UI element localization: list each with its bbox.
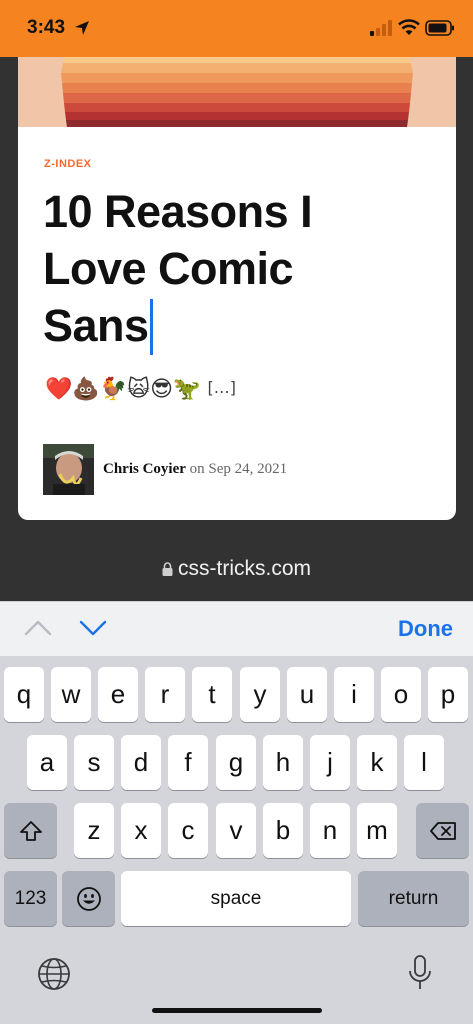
location-arrow-icon (75, 21, 89, 35)
status-bar: 3:43 (0, 0, 473, 57)
globe-icon[interactable] (37, 957, 71, 991)
key-b[interactable]: b (263, 803, 303, 858)
key-d[interactable]: d (121, 735, 161, 790)
backspace-icon (429, 821, 456, 840)
key-j[interactable]: j (310, 735, 350, 790)
done-button[interactable]: Done (398, 616, 453, 642)
url-text: css-tricks.com (178, 557, 311, 580)
key-i[interactable]: i (334, 667, 374, 722)
status-time: 3:43 (27, 17, 66, 38)
key-r[interactable]: r (145, 667, 185, 722)
emoji-key[interactable] (62, 871, 115, 926)
web-content: Z-INDEX 10 Reasons I Love Comic Sans ❤️💩… (0, 57, 473, 601)
space-bar[interactable]: space (121, 871, 351, 926)
return-key[interactable]: return (358, 871, 469, 926)
publish-date: on Sep 24, 2021 (185, 461, 288, 477)
numbers-key[interactable]: 123 (4, 871, 57, 926)
address-bar[interactable]: css-tricks.com (0, 535, 473, 601)
key-y[interactable]: y (240, 667, 280, 722)
home-indicator[interactable] (152, 1008, 322, 1013)
key-e[interactable]: e (98, 667, 138, 722)
key-v[interactable]: v (216, 803, 256, 858)
article-category[interactable]: Z-INDEX (44, 158, 92, 170)
next-field-chevron-down-icon[interactable] (79, 619, 107, 637)
onscreen-keyboard: q w e r t y u i o p a s d f g h j k l z … (0, 656, 473, 1024)
key-x[interactable]: x (121, 803, 161, 858)
key-u[interactable]: u (287, 667, 327, 722)
key-z[interactable]: z (74, 803, 114, 858)
article-excerpt: ❤️💩🐓🙀😎🦖 […] (45, 377, 236, 402)
cellular-signal-icon (370, 20, 392, 36)
key-n[interactable]: n (310, 803, 350, 858)
battery-icon (425, 20, 454, 36)
lock-icon (162, 562, 173, 576)
article-byline: Chris Coyier on Sep 24, 2021 (103, 461, 287, 478)
key-g[interactable]: g (216, 735, 256, 790)
key-o[interactable]: o (381, 667, 421, 722)
key-h[interactable]: h (263, 735, 303, 790)
key-q[interactable]: q (4, 667, 44, 722)
shift-arrow-icon (19, 820, 42, 841)
emoji-smiley-icon (76, 886, 101, 911)
previous-field-chevron-up-icon[interactable] (24, 619, 52, 637)
key-l[interactable]: l (404, 735, 444, 790)
hero-image (18, 57, 456, 127)
key-f[interactable]: f (168, 735, 208, 790)
key-p[interactable]: p (428, 667, 468, 722)
key-k[interactable]: k (357, 735, 397, 790)
key-m[interactable]: m (357, 803, 397, 858)
key-c[interactable]: c (168, 803, 208, 858)
read-more-link[interactable]: […] (207, 378, 235, 397)
wifi-icon (398, 19, 420, 35)
microphone-icon[interactable] (406, 954, 434, 992)
key-w[interactable]: w (51, 667, 91, 722)
keyboard-accessory-bar: Done (0, 601, 473, 656)
url-display[interactable]: css-tricks.com (0, 557, 473, 581)
excerpt-emojis: ❤️💩🐓🙀😎🦖 (45, 377, 201, 402)
shift-key[interactable] (4, 803, 57, 858)
article-title[interactable]: 10 Reasons I Love Comic Sans (43, 183, 373, 355)
article-card[interactable]: Z-INDEX 10 Reasons I Love Comic Sans ❤️💩… (18, 127, 456, 520)
delete-key[interactable] (416, 803, 469, 858)
text-cursor (149, 299, 153, 355)
key-a[interactable]: a (27, 735, 67, 790)
stacked-layers-illustration (18, 57, 456, 127)
key-s[interactable]: s (74, 735, 114, 790)
author-avatar[interactable] (43, 444, 94, 495)
key-t[interactable]: t (192, 667, 232, 722)
author-photo (43, 444, 94, 495)
author-name[interactable]: Chris Coyier (103, 461, 186, 477)
